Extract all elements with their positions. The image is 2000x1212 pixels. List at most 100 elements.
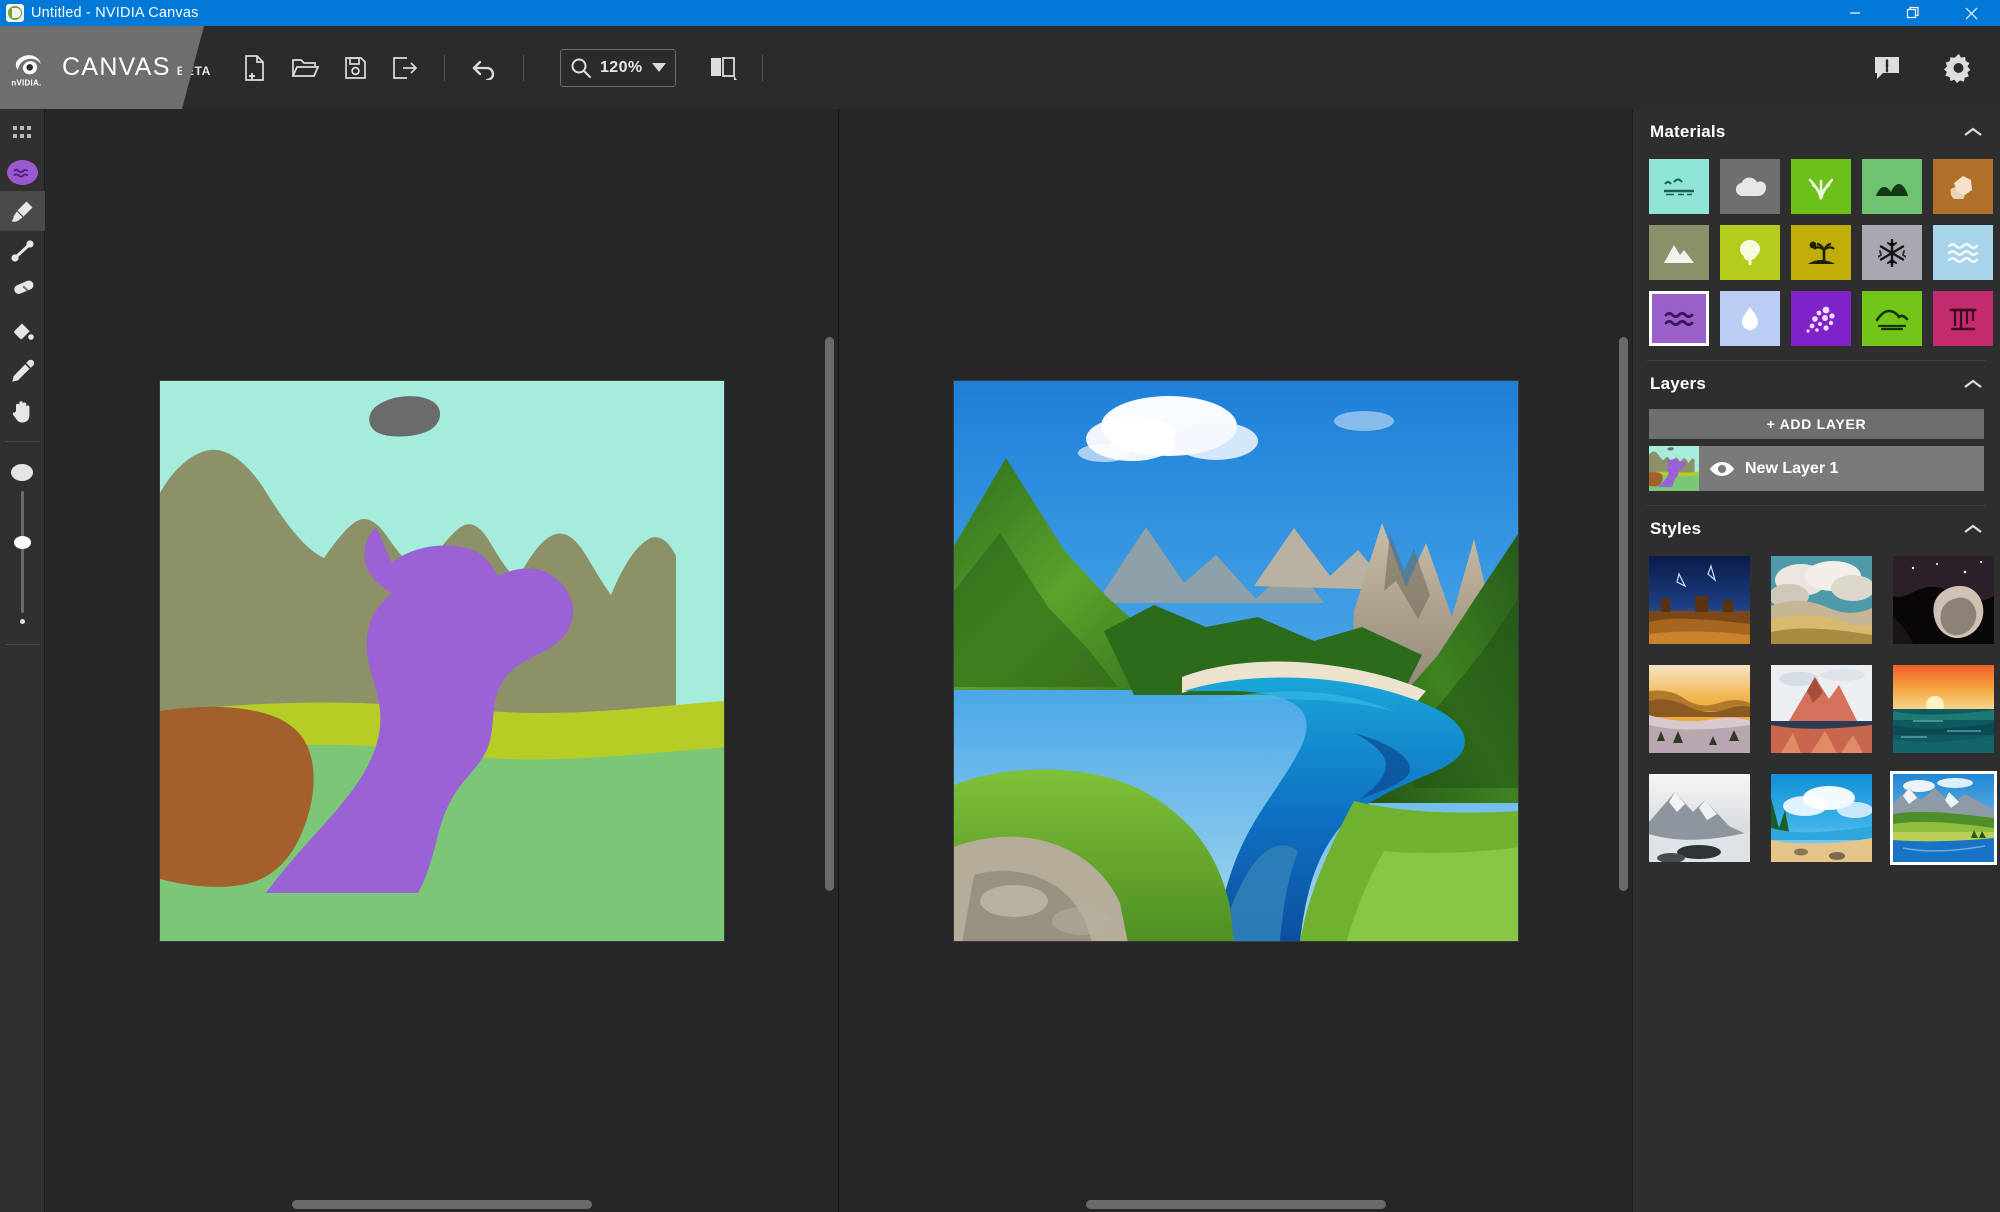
brush-size-slider[interactable] [12, 491, 32, 613]
bush-hill-icon [1875, 177, 1909, 197]
style-blue-shore[interactable] [1771, 774, 1872, 862]
material-bush[interactable] [1862, 159, 1922, 214]
rail-divider-2 [4, 644, 40, 645]
sky-birds-icon [1661, 175, 1697, 199]
brush-size-preview [11, 464, 33, 481]
file-tools [230, 43, 538, 93]
style-alpine-lake[interactable] [1890, 771, 1997, 865]
cloud-icon [1733, 175, 1767, 199]
brand-name: CANVAS [62, 53, 171, 81]
material-sand[interactable] [1791, 225, 1851, 280]
chevron-up-icon[interactable] [1963, 126, 1983, 138]
chevron-up-icon[interactable] [1963, 523, 1983, 535]
style-night-cave[interactable] [1893, 556, 1994, 644]
chevron-up-icon[interactable] [1963, 378, 1983, 390]
water-waves-icon [12, 168, 28, 178]
material-sea[interactable] [1933, 225, 1993, 280]
split-view-button[interactable] [698, 43, 748, 93]
flowers-icon [1806, 305, 1836, 333]
settings-button[interactable] [1934, 43, 1984, 93]
tool-brush[interactable] [0, 191, 45, 231]
material-grass[interactable] [1791, 159, 1851, 214]
layer-name: New Layer 1 [1745, 459, 1839, 477]
layer-thumbnail [1649, 446, 1699, 491]
tool-eyedropper[interactable] [0, 351, 45, 391]
close-button[interactable] [1942, 0, 2000, 26]
segmentation-canvas[interactable] [158, 379, 725, 942]
svg-text:nVIDIA.: nVIDIA. [11, 78, 41, 87]
vertical-scrollbar[interactable] [1619, 337, 1628, 891]
material-tree[interactable] [1720, 225, 1780, 280]
tool-eraser[interactable] [0, 271, 45, 311]
eyedropper-icon [11, 359, 34, 382]
rendered-canvas[interactable] [952, 379, 1519, 942]
tool-rail [0, 109, 45, 1212]
style-ocean-sunset[interactable] [1893, 665, 1994, 753]
layers-title: Layers [1650, 374, 1707, 393]
style-night-cave-thumbnail [1893, 556, 1994, 644]
material-ruins[interactable] [1933, 291, 1993, 346]
zoom-control[interactable]: 120% [560, 48, 676, 87]
style-cumulus-cliffs[interactable] [1771, 556, 1872, 644]
window-title-bar: Untitled - NVIDIA Canvas [0, 0, 2000, 26]
nvidia-logo: nVIDIA. [11, 54, 41, 87]
horizontal-scrollbar[interactable] [291, 1200, 592, 1209]
styles-title: Styles [1650, 519, 1702, 538]
material-cloud[interactable] [1720, 159, 1780, 214]
style-ink-mountains-thumbnail [1649, 774, 1750, 862]
water-drop-icon [1740, 306, 1760, 332]
brush-icon [11, 201, 32, 222]
water-waves-icon [1664, 310, 1694, 328]
style-ocean-sunset-thumbnail [1893, 665, 1994, 753]
feedback-button[interactable] [1862, 43, 1912, 93]
segmentation-pane[interactable] [45, 109, 838, 1212]
save-button[interactable] [330, 43, 380, 93]
style-red-dolomites[interactable] [1771, 665, 1872, 753]
material-snow[interactable] [1862, 225, 1922, 280]
paint-bucket-icon [13, 321, 34, 340]
toolbar-divider-3 [761, 54, 763, 81]
material-water[interactable] [1649, 291, 1709, 346]
layer-visibility-toggle[interactable] [1699, 461, 1745, 477]
layers-section-header[interactable]: Layers [1633, 361, 2000, 407]
brush-size-min-dot [19, 619, 25, 624]
vertical-scrollbar[interactable] [825, 337, 834, 891]
render-pane[interactable] [838, 109, 1632, 1212]
tool-line[interactable] [0, 231, 45, 271]
grid-icon[interactable] [0, 113, 45, 153]
palm-island-icon [1806, 240, 1836, 266]
material-fog[interactable] [1720, 291, 1780, 346]
open-folder-button[interactable] [280, 43, 330, 93]
style-ink-mountains[interactable] [1649, 774, 1750, 862]
line-icon [10, 239, 34, 262]
horizontal-scrollbar[interactable] [1085, 1200, 1386, 1209]
main-toolbar: nVIDIA. CANVAS BETA 120% [0, 26, 2000, 109]
toolbar-divider-1 [444, 54, 445, 81]
rail-divider-1 [4, 441, 40, 442]
style-golden-fog[interactable] [1649, 665, 1750, 753]
app-body: Materials Layers + ADD LAYER New Layer 1… [0, 109, 2000, 1212]
restore-button[interactable] [1884, 0, 1942, 26]
export-button[interactable] [380, 43, 430, 93]
new-document-button[interactable] [230, 43, 280, 93]
layer-row[interactable]: New Layer 1 [1649, 446, 1984, 491]
rock-dirt-icon [1949, 174, 1977, 200]
tool-pan[interactable] [0, 391, 45, 431]
toolbar-right-group [1862, 43, 1984, 93]
material-hill[interactable] [1862, 291, 1922, 346]
styles-section-header[interactable]: Styles [1633, 506, 2000, 552]
materials-section-header[interactable]: Materials [1633, 109, 2000, 155]
material-dirt[interactable] [1933, 159, 1993, 214]
material-sky[interactable] [1649, 159, 1709, 214]
undo-button[interactable] [459, 43, 509, 93]
tool-fill[interactable] [0, 311, 45, 351]
current-material-swatch[interactable] [6, 160, 38, 185]
material-mountain[interactable] [1649, 225, 1709, 280]
add-layer-button[interactable]: + ADD LAYER [1649, 409, 1984, 439]
slider-knob[interactable] [14, 536, 31, 550]
grass-icon [1806, 174, 1836, 200]
material-flowers[interactable] [1791, 291, 1851, 346]
styles-grid [1633, 552, 2000, 874]
style-mesa-storm[interactable] [1649, 556, 1750, 644]
minimize-button[interactable] [1826, 0, 1884, 26]
